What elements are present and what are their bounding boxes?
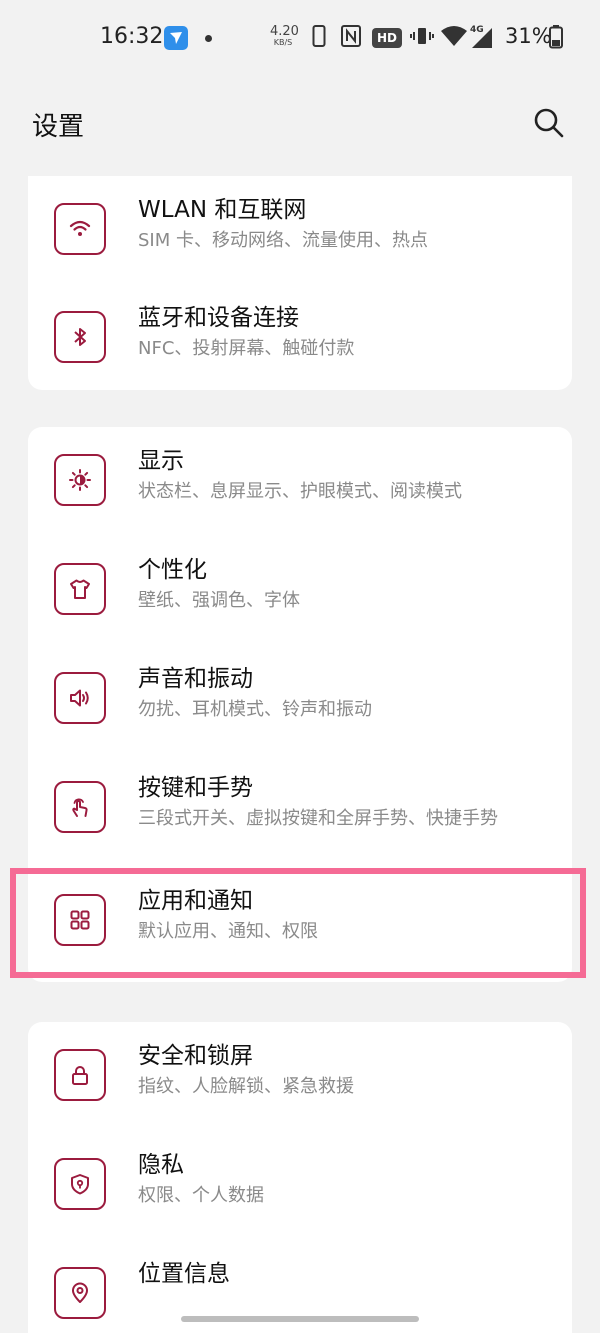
item-title: 声音和振动 <box>138 666 253 692</box>
settings-item-display[interactable]: 显示 状态栏、息屏显示、护眼模式、阅读模式 <box>28 427 572 535</box>
vibrate-icon <box>410 28 434 44</box>
wifi-icon <box>54 203 106 255</box>
settings-item-privacy[interactable]: 隐私 权限、个人数据 <box>28 1131 572 1239</box>
settings-item-bluetooth[interactable]: 蓝牙和设备连接 NFC、投射屏幕、触碰付款 <box>28 284 572 392</box>
speaker-icon <box>54 672 106 724</box>
app-header: 设置 <box>0 78 600 172</box>
page-title: 设置 <box>32 112 85 142</box>
item-title: 位置信息 <box>138 1261 230 1287</box>
privacy-shield-icon <box>54 1158 106 1210</box>
item-title: 个性化 <box>138 557 207 583</box>
settings-group-security: 安全和锁屏 指纹、人脸解锁、紧急救援 隐私 权限、个人数据 位置信息 <box>28 1022 572 1333</box>
settings-group-connectivity: WLAN 和互联网 SIM 卡、移动网络、流量使用、热点 蓝牙和设备连接 NFC… <box>28 176 572 390</box>
net-speed-unit: KB/S <box>273 38 293 47</box>
location-pin-icon <box>54 1267 106 1319</box>
apps-grid-icon <box>54 894 106 946</box>
item-title: 显示 <box>138 448 184 474</box>
settings-item-wlan[interactable]: WLAN 和互联网 SIM 卡、移动网络、流量使用、热点 <box>28 176 572 284</box>
lock-icon <box>54 1049 106 1101</box>
item-subtitle: 勿扰、耳机模式、铃声和振动 <box>138 699 372 720</box>
item-title: 按键和手势 <box>138 775 253 801</box>
settings-item-security-lock[interactable]: 安全和锁屏 指纹、人脸解锁、紧急救援 <box>28 1022 572 1130</box>
hd-badge: HD <box>372 28 402 48</box>
item-title: 蓝牙和设备连接 <box>138 305 299 331</box>
wifi-icon <box>441 26 467 46</box>
settings-item-personalization[interactable]: 个性化 壁纸、强调色、字体 <box>28 536 572 644</box>
settings-item-apps-notifications[interactable]: 应用和通知 默认应用、通知、权限 <box>28 867 572 975</box>
item-subtitle: NFC、投射屏幕、触碰付款 <box>138 338 355 359</box>
item-title: 隐私 <box>138 1152 184 1178</box>
item-subtitle: 权限、个人数据 <box>138 1185 264 1206</box>
item-subtitle: 指纹、人脸解锁、紧急救援 <box>138 1076 354 1097</box>
item-title: 应用和通知 <box>138 888 253 914</box>
dot-icon <box>205 35 212 42</box>
settings-item-buttons-gestures[interactable]: 按键和手势 三段式开关、虚拟按键和全屏手势、快捷手势 <box>28 754 572 862</box>
settings-screen: 16:32 4.20 KB/S HD 4G 31% 设置 WLAN 和互联网 S… <box>0 0 600 1333</box>
battery-icon <box>549 25 563 49</box>
app-notification-icon <box>164 26 188 50</box>
nfc-icon <box>341 25 361 47</box>
settings-group-device: 显示 状态栏、息屏显示、护眼模式、阅读模式 个性化 壁纸、强调色、字体 声音和振… <box>28 427 572 982</box>
search-button[interactable] <box>532 106 566 140</box>
tshirt-icon <box>54 563 106 615</box>
search-icon <box>534 108 564 138</box>
item-subtitle: SIM 卡、移动网络、流量使用、热点 <box>138 230 428 251</box>
item-subtitle: 状态栏、息屏显示、护眼模式、阅读模式 <box>138 481 462 502</box>
status-bar: 16:32 4.20 KB/S HD 4G 31% <box>0 0 600 78</box>
item-subtitle: 默认应用、通知、权限 <box>138 921 318 942</box>
item-title: WLAN 和互联网 <box>138 197 307 223</box>
signal-icon <box>472 28 492 48</box>
item-title: 安全和锁屏 <box>138 1043 253 1069</box>
phone-icon <box>312 25 326 47</box>
net-speed: 4.20 KB/S <box>270 24 299 48</box>
home-indicator[interactable] <box>181 1316 419 1322</box>
item-subtitle: 三段式开关、虚拟按键和全屏手势、快捷手势 <box>138 808 498 829</box>
settings-item-sound[interactable]: 声音和振动 勿扰、耳机模式、铃声和振动 <box>28 645 572 753</box>
item-subtitle: 壁纸、强调色、字体 <box>138 590 300 611</box>
battery-percent: 31% <box>505 24 552 48</box>
gesture-icon <box>54 781 106 833</box>
brightness-icon <box>54 454 106 506</box>
net-speed-value: 4.20 <box>270 24 299 39</box>
status-time: 16:32 <box>100 24 164 49</box>
bluetooth-icon <box>54 311 106 363</box>
